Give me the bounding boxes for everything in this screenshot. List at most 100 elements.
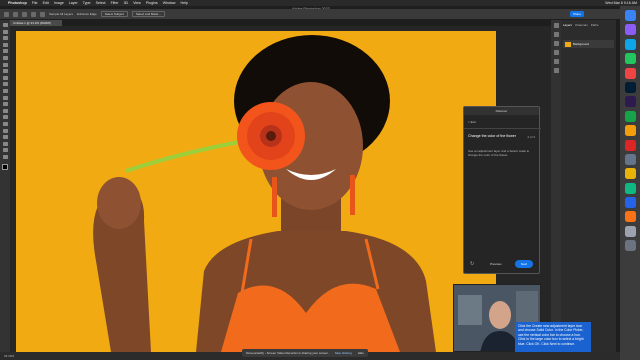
- type-icon[interactable]: [2, 128, 8, 133]
- preview-icon[interactable]: [624, 225, 636, 237]
- mac-dock: [620, 6, 640, 360]
- menu-select[interactable]: Select: [96, 0, 106, 6]
- share-button[interactable]: Share: [570, 11, 584, 17]
- history-panel-icon[interactable]: [553, 23, 559, 28]
- discover-title: Change the color of the flower: [468, 134, 516, 138]
- shape-icon[interactable]: [2, 141, 8, 146]
- calendar-icon[interactable]: [624, 139, 636, 151]
- menu-image[interactable]: Image: [54, 0, 64, 6]
- safari-icon[interactable]: [624, 38, 636, 50]
- screen-share-text: Screencastify - Screen Video Recorder is…: [246, 351, 329, 355]
- menu-edit[interactable]: Edit: [43, 0, 49, 6]
- foreground-color-swatch[interactable]: [2, 164, 8, 171]
- image-canvas[interactable]: [16, 31, 496, 352]
- enhance-edge-checkbox[interactable]: Enhance Edge: [77, 12, 97, 16]
- screen-share-notice: Screencastify - Screen Video Recorder is…: [242, 349, 368, 357]
- menu-bar: Photoshop File Edit Image Layer Type Sel…: [0, 0, 640, 6]
- menu-3d[interactable]: 3D: [124, 0, 129, 6]
- discover-body: Use an adjustment layer and a Select mas…: [468, 149, 530, 157]
- move-tool-icon[interactable]: [2, 23, 8, 27]
- menu-app-name[interactable]: Photoshop: [8, 0, 27, 6]
- frame-icon[interactable]: [2, 55, 8, 60]
- layer-row-background[interactable]: Background: [563, 40, 614, 48]
- zoom-app-icon[interactable]: [624, 197, 636, 209]
- discover-back-link[interactable]: < Exit: [468, 120, 476, 124]
- previous-button[interactable]: Previous: [490, 260, 502, 268]
- libraries-panel-icon[interactable]: [553, 50, 559, 55]
- panel-strip: [551, 20, 561, 352]
- brush-size-icon[interactable]: [40, 11, 45, 17]
- crop-icon[interactable]: [2, 49, 8, 54]
- layers-panel-tabs: Layers Channels Paths: [561, 20, 616, 30]
- sample-all-layers-checkbox[interactable]: Sample All Layers: [49, 12, 73, 16]
- zoom-icon[interactable]: [2, 154, 8, 159]
- photoshop-icon[interactable]: [624, 81, 636, 93]
- menu-file[interactable]: File: [32, 0, 38, 6]
- finder-icon[interactable]: [624, 10, 636, 21]
- discover-header: Discover: [464, 107, 539, 115]
- pen-icon[interactable]: [2, 121, 8, 126]
- discover-step-count: 2 of 3: [527, 135, 535, 139]
- eraser-icon[interactable]: [2, 95, 8, 100]
- zoom-level[interactable]: 33.33%: [4, 354, 14, 358]
- stamp-icon[interactable]: [2, 82, 8, 87]
- document-tab[interactable]: Untitled-1 @ 33.3% (RGB/8): [10, 20, 62, 26]
- layer-thumbnail: [565, 41, 571, 47]
- adjustments-panel-icon[interactable]: [553, 41, 559, 46]
- launchpad-icon[interactable]: [624, 24, 636, 36]
- callout-text: Click the Create new adjustment layer ic…: [518, 324, 584, 346]
- tab-channels[interactable]: Channels: [575, 23, 588, 27]
- marquee-icon[interactable]: [2, 29, 8, 34]
- settings-icon[interactable]: [624, 153, 636, 165]
- quick-select-icon[interactable]: [2, 42, 8, 47]
- menu-filter[interactable]: Filter: [111, 0, 119, 6]
- brush-subtract-icon[interactable]: [31, 11, 36, 17]
- color-panel-icon[interactable]: [553, 59, 559, 64]
- swatches-panel-icon[interactable]: [553, 68, 559, 73]
- flower-stem: [125, 137, 257, 173]
- gradient-icon[interactable]: [2, 102, 8, 107]
- facetime-icon[interactable]: [624, 110, 636, 122]
- discover-panel: Discover < Exit Change the color of the …: [463, 106, 541, 274]
- menu-type[interactable]: Type: [83, 0, 91, 6]
- reload-icon[interactable]: ↻: [470, 261, 476, 267]
- home-icon[interactable]: [4, 11, 9, 17]
- sheets-icon[interactable]: [624, 182, 636, 194]
- menu-layer[interactable]: Layer: [69, 0, 78, 6]
- dodge-icon[interactable]: [2, 115, 8, 120]
- brush-icon[interactable]: [13, 11, 18, 17]
- layer-name: Background: [573, 42, 590, 46]
- lightroom-icon[interactable]: [624, 96, 636, 108]
- menu-window[interactable]: Window: [163, 0, 176, 6]
- trash-icon[interactable]: [624, 240, 636, 252]
- options-bar: Sample All Layers Enhance Edge Select Su…: [0, 9, 640, 19]
- portrait-photo: [93, 35, 436, 352]
- lasso-icon[interactable]: [2, 36, 8, 41]
- hand-icon[interactable]: [2, 148, 8, 153]
- menu-help[interactable]: Help: [181, 0, 188, 6]
- next-button[interactable]: Next: [515, 260, 533, 268]
- gerbera-flower: [237, 102, 305, 170]
- stop-sharing-button[interactable]: Stop sharing: [335, 351, 352, 355]
- blur-icon[interactable]: [2, 108, 8, 113]
- hide-button[interactable]: Hide: [358, 351, 364, 355]
- mail-icon[interactable]: [624, 67, 636, 79]
- properties-panel-icon[interactable]: [553, 32, 559, 37]
- healing-icon[interactable]: [2, 69, 8, 74]
- brush-tool-icon[interactable]: [2, 75, 8, 80]
- select-and-mask-button[interactable]: Select and Mask...: [131, 11, 165, 17]
- tab-paths[interactable]: Paths: [591, 23, 599, 27]
- menu-plugins[interactable]: Plugins: [146, 0, 158, 6]
- tab-layers[interactable]: Layers: [563, 23, 572, 27]
- eyedropper-icon[interactable]: [2, 62, 8, 67]
- path-select-icon[interactable]: [2, 135, 8, 140]
- brush-add-icon[interactable]: [22, 11, 27, 17]
- tools-panel: [0, 20, 10, 352]
- select-subject-button[interactable]: Select Subject: [100, 11, 128, 17]
- menu-view[interactable]: View: [133, 0, 141, 6]
- messages-icon[interactable]: [624, 53, 636, 65]
- chrome-icon[interactable]: [624, 168, 636, 180]
- screencastify-icon[interactable]: [624, 211, 636, 223]
- notes-icon[interactable]: [624, 125, 636, 137]
- history-brush-icon[interactable]: [2, 88, 8, 93]
